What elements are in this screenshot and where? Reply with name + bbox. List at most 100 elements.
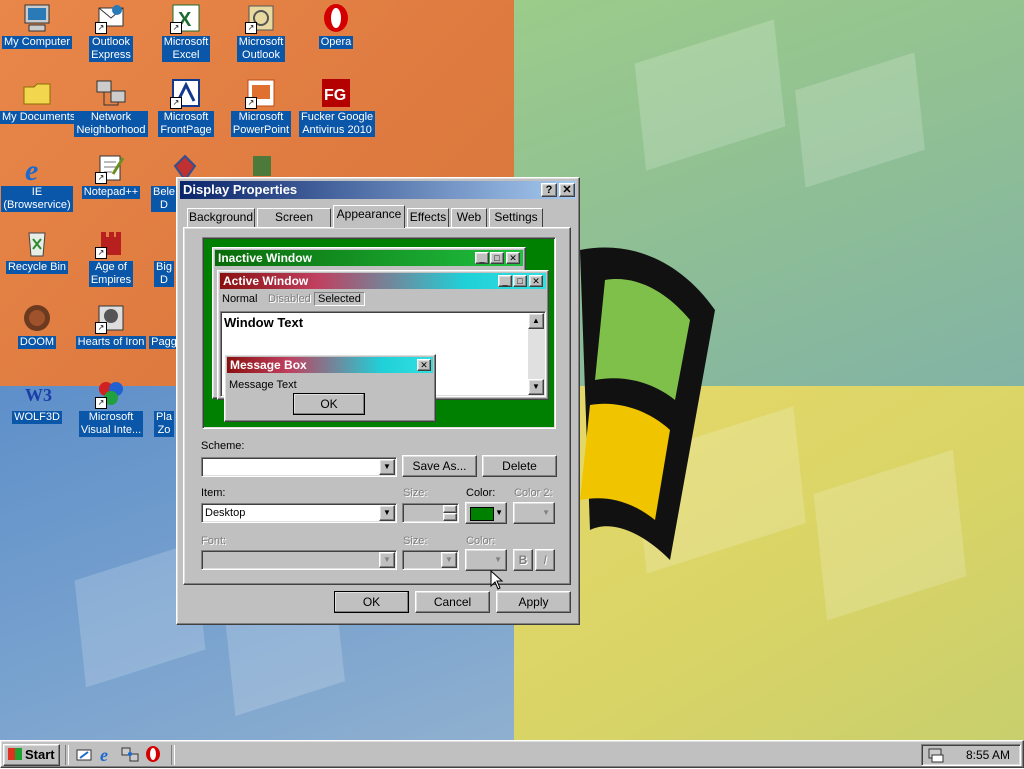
svg-text:e: e [25,154,38,184]
font-color-button: ▼ [465,549,507,571]
font-select: ▼ [201,550,397,570]
icon-label: Pagg [149,336,179,349]
tab-settings[interactable]: Settings [489,208,543,227]
show-desktop-icon[interactable] [75,746,93,764]
icon-label: Microsoft Excel [161,36,211,62]
tab-screen-saver[interactable]: Screen Saver [257,208,331,241]
chevron-down-icon[interactable]: ▼ [379,459,395,475]
preview-msgbox-close-icon: ✕ [417,359,431,371]
preview-maximize-icon: □ [513,275,527,287]
chevron-down-icon: ▼ [494,555,502,564]
dialog-title-bar[interactable]: Display Properties ? ✕ [180,181,576,199]
age-of-empires-icon[interactable]: ↗ Age of Empires [74,227,148,287]
scroll-down-icon: ▼ [528,379,544,395]
chevron-down-icon: ▼ [441,552,457,568]
frontpage-icon[interactable]: ↗ Microsoft FrontPage [149,77,223,137]
pla-icon[interactable]: Pla Zo [149,377,179,437]
taskbar-separator [171,745,175,765]
clock[interactable]: 8:55 AM [966,745,1010,765]
dialog-title: Display Properties [183,182,298,197]
chevron-down-icon: ▼ [379,552,395,568]
chevron-down-icon[interactable]: ▼ [379,505,395,521]
cancel-button[interactable]: Cancel [415,591,490,613]
size-label: Size: [403,487,428,499]
preview-menu-disabled: Disabled [268,293,311,305]
visual-interdev-icon[interactable]: ↗ Microsoft Visual Inte... [74,377,148,437]
preview-msgbox-text: Message Text [229,379,297,391]
svg-text:W3: W3 [25,385,52,405]
start-button[interactable]: Start [3,744,60,766]
notepad-plus-icon[interactable]: ↗ Notepad++ [74,152,148,199]
recycle-bin-icon[interactable]: Recycle Bin [0,227,74,274]
preview-window-text: Window Text [224,315,304,330]
chevron-down-icon: ▼ [542,508,550,517]
save-as-button[interactable]: Save As... [402,455,477,477]
color2-picker-button: ▼ [513,502,555,524]
tab-web[interactable]: Web [451,208,487,227]
big-icon[interactable]: Big D [149,227,179,287]
font-size-label: Size: [403,535,428,547]
preview-minimize-icon: _ [475,252,489,264]
display-properties-dialog: Display Properties ? ✕ Background Screen… [176,177,580,625]
icon-label: Microsoft Outlook [236,36,286,62]
doom-icon[interactable]: DOOM [0,302,74,349]
excel-icon[interactable]: X ↗ Microsoft Excel [149,2,223,62]
wolf3d-icon[interactable]: W3 WOLF3D [0,377,74,424]
close-button[interactable]: ✕ [559,183,575,197]
opera-icon[interactable]: Opera [299,2,373,49]
color-picker-button[interactable]: ▼ [465,502,507,524]
delete-button[interactable]: Delete [482,455,557,477]
my-documents-icon[interactable]: My Documents [0,77,78,124]
outlook-icon[interactable]: ↗ Microsoft Outlook [224,2,298,62]
apply-button[interactable]: Apply [496,591,571,613]
ok-button[interactable]: OK [334,591,409,613]
icon-label: Hearts of Iron [75,336,147,349]
icon-label: Pla Zo [154,411,174,437]
icon-label: Microsoft PowerPoint [230,111,292,137]
scheme-preview[interactable]: Inactive Window _ □ ✕ Active Window _ □ … [202,237,556,429]
preview-msgbox-title: Message Box [227,357,433,373]
scheme-select[interactable]: ▼ [201,457,397,477]
color-label: Color: [466,487,496,499]
taskbar: Start e 8:55 AM [0,740,1024,768]
preview-maximize-icon: □ [490,252,504,264]
hearts-of-iron-icon[interactable]: ↗ Hearts of Iron [74,302,148,349]
bele-icon[interactable]: Bele D [149,152,197,212]
italic-button: I [535,549,555,571]
icon-label: Outlook Express [89,36,133,62]
tab-background[interactable]: Background [187,208,255,227]
system-tray: 8:55 AM [921,744,1021,766]
display-settings-tray-icon[interactable] [928,747,944,769]
ie-icon[interactable]: e IE (Browservice) [0,152,74,212]
preview-menu-normal: Normal [222,293,258,305]
icon-label: Microsoft Visual Inte... [78,411,144,437]
tab-appearance[interactable]: Appearance [333,205,405,228]
item-label: Item: [201,487,226,499]
font-color-label: Color: [466,535,496,547]
item-select[interactable]: Desktop ▼ [201,503,397,523]
icon-label: Big D [154,261,174,287]
antivirus-icon[interactable]: FG Fucker Google Antivirus 2010 [299,77,376,137]
preview-close-icon: ✕ [529,275,543,287]
network-quicklaunch-icon[interactable] [121,745,139,763]
opera-quicklaunch-icon[interactable] [144,745,162,763]
ie-quicklaunch-icon[interactable]: e [98,745,116,765]
outlook-express-icon[interactable]: ↗ Outlook Express [74,2,148,62]
tab-effects[interactable]: Effects [407,208,449,227]
help-button[interactable]: ? [541,183,557,197]
icon-label: WOLF3D [12,411,62,424]
powerpoint-icon[interactable]: ↗ Microsoft PowerPoint [224,77,298,137]
font-size-select: ▼ [402,550,459,570]
spin-down-icon [443,513,457,521]
pagg-icon[interactable]: Pagg [149,302,179,349]
icon-label: My Computer [1,36,73,49]
my-computer-icon[interactable]: My Computer [0,2,74,49]
size-spinner [402,503,459,523]
network-neighborhood-icon[interactable]: Network Neighborhood [74,77,148,137]
icon-label: Age of Empires [88,261,134,287]
chevron-down-icon: ▼ [495,508,503,517]
taskbar-separator [65,745,69,765]
svg-text:e: e [100,745,108,763]
icon-label: Bele D [150,186,178,212]
icon-label: Fucker Google Antivirus 2010 [299,111,376,137]
